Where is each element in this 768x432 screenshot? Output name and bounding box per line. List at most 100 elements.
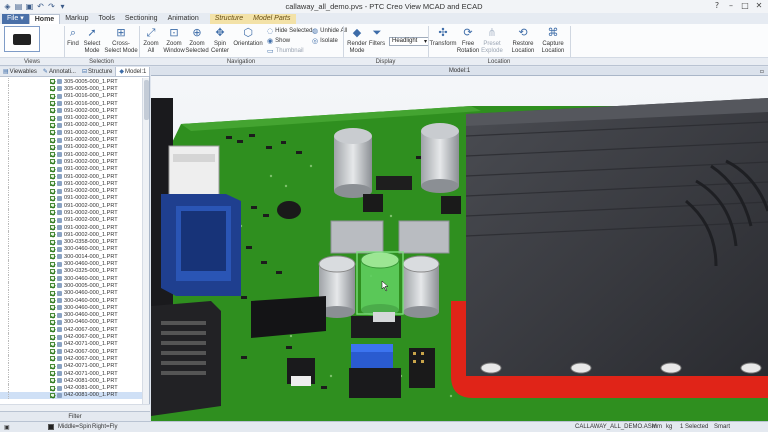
tree-item[interactable]: 042-0067-000_1.PRT <box>0 326 142 334</box>
visibility-checkbox[interactable] <box>50 298 55 304</box>
tree-item[interactable]: 091-0002-000_1.PRT <box>0 129 142 137</box>
tree-item[interactable]: 305-0005-000_1.PRT <box>0 85 142 93</box>
tree-item[interactable]: 042-0067-000_1.PRT <box>0 355 142 363</box>
close-icon[interactable]: ✕ <box>752 0 766 12</box>
tree-item[interactable]: 042-0067-000_1.PRT <box>0 333 142 341</box>
tree-item[interactable]: 091-0002-000_1.PRT <box>0 209 142 217</box>
save-icon[interactable]: ▣ <box>25 2 34 11</box>
hide-selected-button[interactable]: ◌ Hide Selected <box>267 27 312 35</box>
dropdown-icon[interactable]: ▾ <box>58 2 67 11</box>
visibility-checkbox[interactable] <box>50 268 55 274</box>
tab-home[interactable]: Home <box>28 14 61 24</box>
tree-item[interactable]: 091-0002-000_1.PRT <box>0 158 142 166</box>
tree-item[interactable]: 300-0325-000_1.PRT <box>0 267 142 276</box>
help-icon[interactable]: ? <box>710 0 724 12</box>
find-button[interactable]: ⌕ Find <box>66 26 80 48</box>
visibility-checkbox[interactable] <box>50 152 55 158</box>
zoom-window-button[interactable]: ⊡ Zoom Window <box>163 26 185 54</box>
tree-item[interactable]: 091-0016-000_1.PRT <box>0 92 142 100</box>
thumbnail-button[interactable]: ▭ Thumbnail <box>267 47 304 55</box>
tree-item[interactable]: 300-0460-000_1.PRT <box>0 296 142 305</box>
visibility-checkbox[interactable] <box>50 283 55 289</box>
restore-location-button[interactable]: ⟲ Restore Location <box>508 26 538 54</box>
view-thumbnail[interactable] <box>4 26 40 52</box>
visibility-checkbox[interactable] <box>50 210 55 216</box>
tree-item[interactable]: 091-0002-000_1.PRT <box>0 187 142 195</box>
visibility-checkbox[interactable] <box>50 122 55 128</box>
visibility-checkbox[interactable] <box>50 188 55 194</box>
tree-item[interactable]: 091-0002-000_1.PRT <box>0 143 142 151</box>
tree-item[interactable]: 042-0081-000_1.PRT <box>0 384 142 392</box>
tree-item[interactable]: 300-0460-000_1.PRT <box>0 311 142 319</box>
visibility-checkbox[interactable] <box>50 144 55 150</box>
visibility-checkbox[interactable] <box>50 246 55 252</box>
visibility-checkbox[interactable] <box>50 108 55 114</box>
visibility-checkbox[interactable] <box>50 232 55 238</box>
tree-item[interactable]: 091-0002-000_1.PRT <box>0 223 142 232</box>
visibility-checkbox[interactable] <box>50 115 55 121</box>
tab-tools[interactable]: Tools <box>94 14 120 24</box>
viewport-menu-icon[interactable]: ▫ <box>760 67 764 76</box>
tree-item[interactable]: 091-0002-000_1.PRT <box>0 121 142 130</box>
visibility-checkbox[interactable] <box>50 385 55 391</box>
visibility-checkbox[interactable] <box>50 203 55 209</box>
visibility-checkbox[interactable] <box>50 254 55 260</box>
visibility-checkbox[interactable] <box>50 217 55 223</box>
visibility-checkbox[interactable] <box>50 319 55 325</box>
visibility-checkbox[interactable] <box>50 312 55 318</box>
tab-model[interactable]: ◆ Model:1 <box>115 67 151 76</box>
filters-button[interactable]: ⏷ Filters <box>368 26 386 48</box>
visibility-checkbox[interactable] <box>50 181 55 187</box>
tree-item[interactable]: 091-0002-000_1.PRT <box>0 202 142 210</box>
visibility-checkbox[interactable] <box>50 93 55 99</box>
tree-item[interactable]: 091-0002-000_1.PRT <box>0 180 142 188</box>
visibility-checkbox[interactable] <box>50 174 55 179</box>
open-icon[interactable]: ▤ <box>14 2 23 11</box>
visibility-checkbox[interactable] <box>50 349 55 355</box>
redo-icon[interactable]: ↷ <box>47 2 56 11</box>
tree-item[interactable]: 300-0005-000_1.PRT <box>0 282 142 290</box>
tree-item[interactable]: 091-0002-000_1.PRT <box>0 231 142 239</box>
tree-item[interactable]: 091-0016-000_1.PRT <box>0 99 142 108</box>
tab-sectioning[interactable]: Sectioning <box>120 14 163 24</box>
cross-select-mode-button[interactable]: ⊞ Cross-Select Mode <box>104 26 138 54</box>
tree-item[interactable]: 091-0002-000_1.PRT <box>0 107 142 115</box>
unhide-all-button[interactable]: ◍ Unhide All <box>312 27 347 35</box>
tree-item[interactable]: 300-0460-000_1.PRT <box>0 245 142 254</box>
app-icon[interactable]: ◈ <box>3 2 12 11</box>
tab-viewables[interactable]: ▤ Viewables <box>0 67 40 76</box>
tree-item[interactable]: 305-0005-000_1.PRT <box>0 78 142 86</box>
visibility-checkbox[interactable] <box>50 276 55 282</box>
spin-center-button[interactable]: ✥ Spin Center <box>209 26 231 54</box>
visibility-checkbox[interactable] <box>50 334 55 340</box>
tree-item[interactable]: 091-0002-000_1.PRT <box>0 114 142 122</box>
visibility-checkbox[interactable] <box>50 371 55 377</box>
tree-item[interactable]: 042-0081-000_1.PRT <box>0 377 142 385</box>
show-button[interactable]: ◉ Show <box>267 37 290 45</box>
visibility-checkbox[interactable] <box>50 195 55 201</box>
tab-structure[interactable]: Structure <box>209 14 249 24</box>
tree-item[interactable]: 300-0460-000_1.PRT <box>0 289 142 297</box>
visibility-checkbox[interactable] <box>50 261 55 267</box>
visibility-checkbox[interactable] <box>50 356 55 362</box>
render-mode-button[interactable]: ◆ Render Mode <box>345 26 369 54</box>
visibility-checkbox[interactable] <box>50 378 55 384</box>
capture-location-button[interactable]: ⌘ Capture Location <box>538 26 568 54</box>
visibility-checkbox[interactable] <box>50 363 55 369</box>
tree-horizontal-scrollbar[interactable] <box>0 404 150 411</box>
pcb-3d-model[interactable] <box>151 76 768 421</box>
undo-icon[interactable]: ↶ <box>36 2 45 11</box>
tree-item[interactable]: 042-0071-000_1.PRT <box>0 340 142 348</box>
tree-item[interactable]: 300-0460-000_1.PRT <box>0 275 142 283</box>
isolate-button[interactable]: ◎ Isolate <box>312 37 338 45</box>
visibility-checkbox[interactable] <box>50 225 55 231</box>
preset-explode-button[interactable]: ⋔ Preset Explode <box>480 26 504 54</box>
free-rotation-button[interactable]: ⟳ Free Rotation <box>456 26 480 54</box>
visibility-checkbox[interactable] <box>50 159 55 165</box>
visibility-checkbox[interactable] <box>50 239 55 245</box>
visibility-checkbox[interactable] <box>50 392 55 398</box>
zoom-selected-button[interactable]: ⊕ Zoom Selected <box>185 26 208 54</box>
tree-item[interactable]: 300-0014-000_1.PRT <box>0 253 142 261</box>
visibility-checkbox[interactable] <box>50 130 55 136</box>
status-select-mode[interactable]: Smart <box>714 424 730 430</box>
